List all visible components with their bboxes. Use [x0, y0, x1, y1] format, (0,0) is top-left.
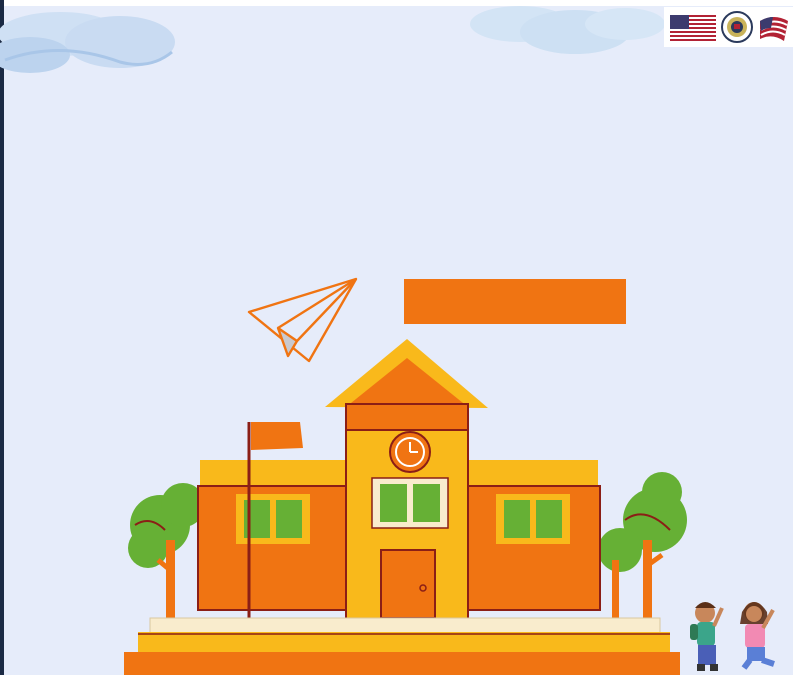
girl-character: [740, 602, 775, 670]
boy-character: [690, 602, 724, 671]
us-flag-icon: [670, 15, 716, 41]
front-steps: [124, 617, 680, 675]
cloud-top-left: [0, 12, 175, 73]
school-scene: [0, 6, 775, 675]
cloud-top-right: [470, 6, 665, 54]
sponsor-logos: [664, 7, 793, 47]
title-banner: [404, 279, 626, 324]
slide-canvas: [0, 0, 793, 675]
paper-plane-icon: [247, 277, 358, 363]
waving-us-flag-icon: [760, 17, 788, 41]
school-building: [197, 339, 601, 621]
state-department-seal-icon: [721, 11, 753, 43]
clock-icon: [389, 431, 431, 473]
tree-left: [128, 483, 205, 620]
tree-right: [598, 472, 687, 620]
